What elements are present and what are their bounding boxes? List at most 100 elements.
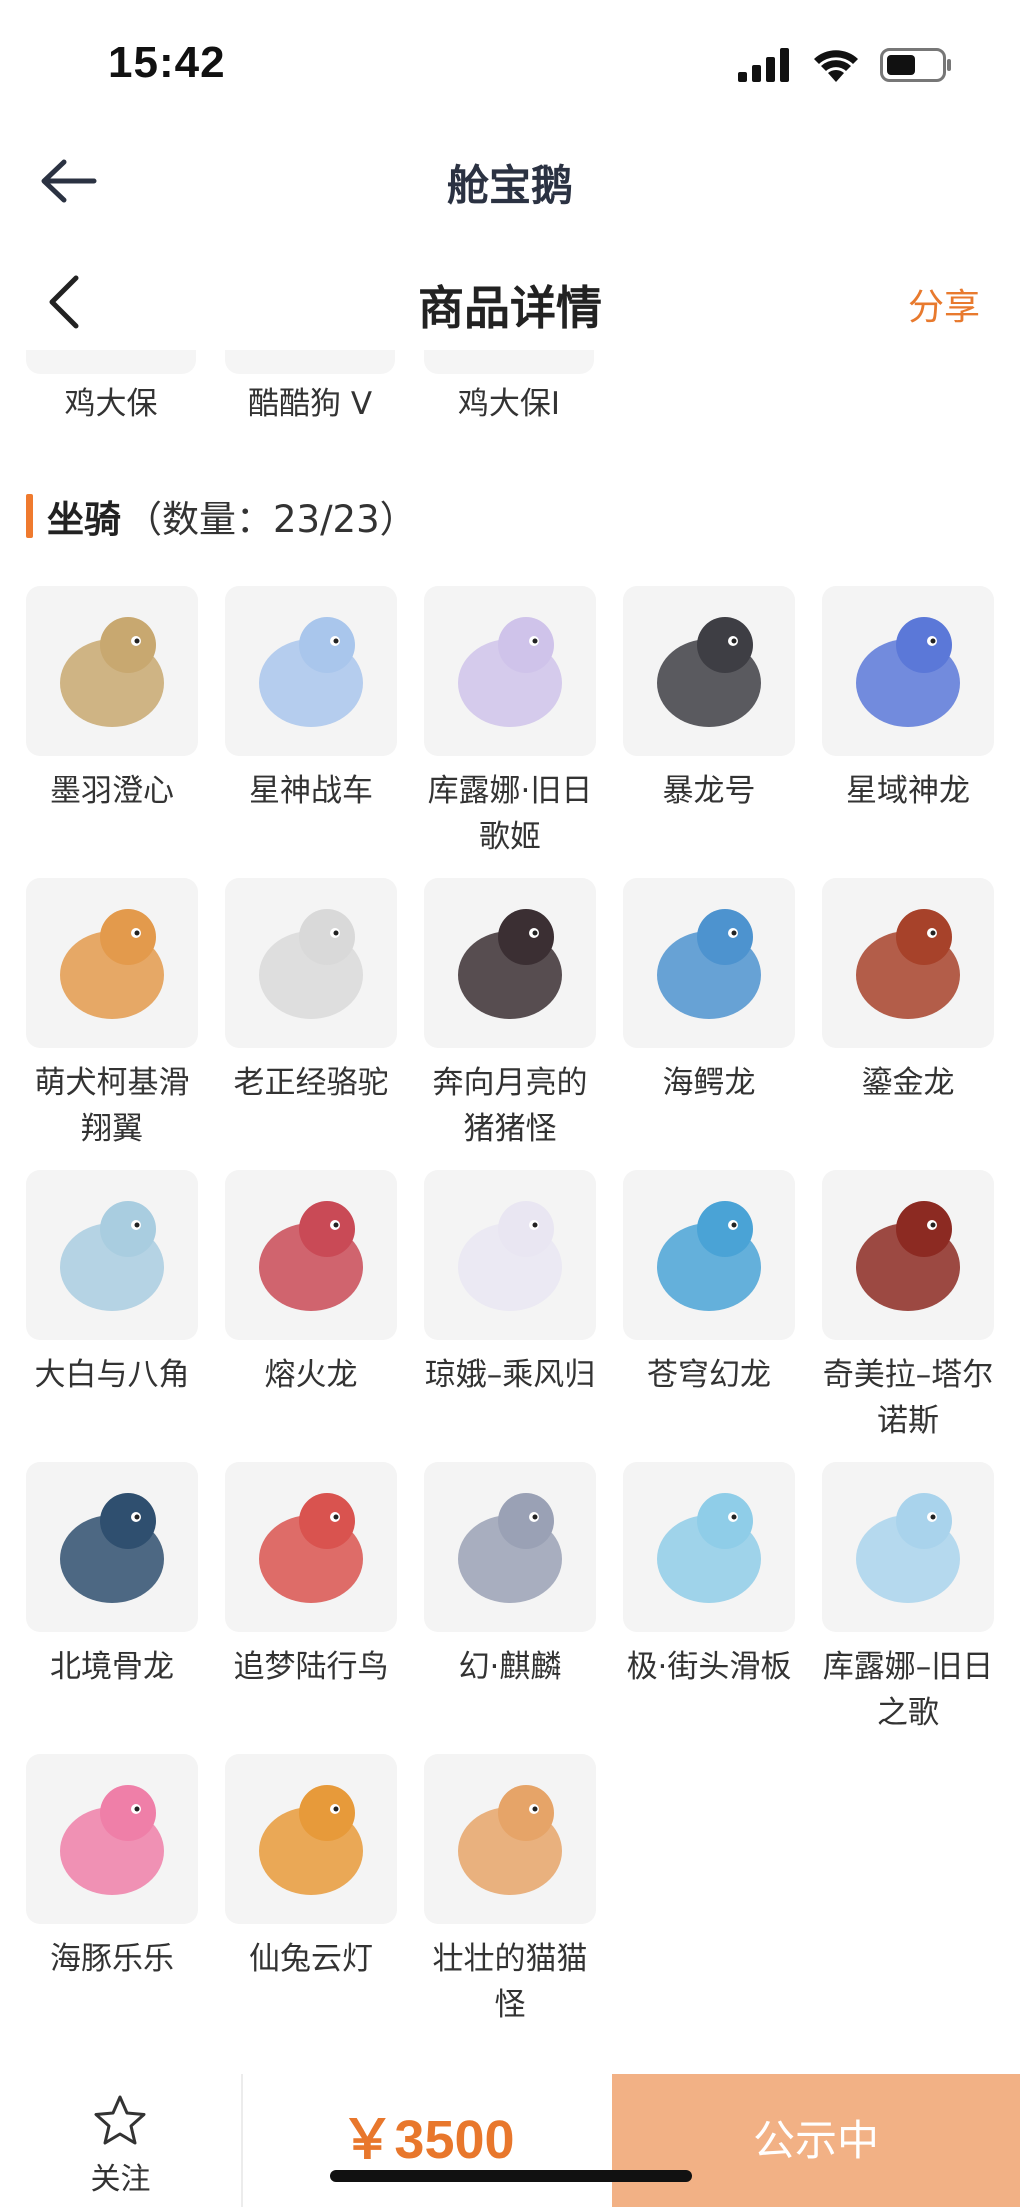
section-count: （数量：23/23） [125, 498, 417, 541]
prev-item-label[interactable]: 鸡大保 [26, 378, 196, 423]
mount-item[interactable]: 大白与八角 [26, 1170, 198, 1398]
mount-image [856, 1493, 960, 1603]
mount-label: 追梦陆行鸟 [233, 1649, 389, 1685]
share-button[interactable]: 分享 [908, 278, 980, 330]
star-icon [94, 2095, 146, 2145]
mount-item[interactable]: 老正经骆驼 [225, 878, 397, 1106]
mount-thumbnail [623, 586, 795, 756]
app-header: 舱宝鹅 [0, 130, 1020, 232]
prev-card-edge [26, 350, 196, 374]
mount-image [856, 909, 960, 1019]
page-header: 商品详情 分享 [0, 250, 1020, 360]
mount-image [259, 1785, 363, 1895]
mount-image [259, 617, 363, 727]
mount-label: 仙兔云灯 [249, 1941, 373, 1977]
mount-thumbnail [26, 1462, 198, 1632]
prev-item-label[interactable]: 酷酷狗 V [225, 378, 395, 423]
mount-item[interactable]: 鎏金龙 [822, 878, 994, 1106]
mount-image [458, 1785, 562, 1895]
mount-label: 壮壮的猫猫怪 [432, 1941, 588, 2023]
mount-item[interactable]: 极·街头滑板 [623, 1462, 795, 1690]
mount-item[interactable]: 库露娜·旧日歌姬 [424, 586, 596, 860]
mount-label: 库露娜·旧日歌姬 [427, 773, 593, 855]
mount-thumbnail [623, 1170, 795, 1340]
mount-item[interactable]: 萌犬柯基滑翔翼 [26, 878, 198, 1152]
mount-thumbnail [424, 1754, 596, 1924]
mount-item[interactable]: 奇美拉–塔尔诺斯 [822, 1170, 994, 1444]
mount-item[interactable]: 壮壮的猫猫怪 [424, 1754, 596, 2028]
mount-item[interactable]: 奔向月亮的猪猪怪 [424, 878, 596, 1152]
mount-label: 星神战车 [249, 773, 373, 809]
mount-label: 海鳄龙 [662, 1065, 756, 1101]
prev-card-edge [225, 350, 395, 374]
mount-thumbnail [225, 1462, 397, 1632]
mount-thumbnail [822, 1170, 994, 1340]
mount-image [60, 909, 164, 1019]
mount-image [60, 1493, 164, 1603]
mount-thumbnail [225, 878, 397, 1048]
mount-thumbnail [26, 1170, 198, 1340]
status-button[interactable]: 公示中 [612, 2074, 1020, 2207]
mount-label: 星域神龙 [846, 773, 970, 809]
mount-label: 鎏金龙 [861, 1065, 955, 1101]
prev-item-label[interactable]: 鸡大保I [424, 378, 594, 423]
mount-item[interactable]: 苍穹幻龙 [623, 1170, 795, 1398]
section-accent-bar [26, 494, 33, 538]
mount-image [856, 617, 960, 727]
app-title: 舱宝鹅 [446, 161, 573, 210]
mount-item[interactable]: 星神战车 [225, 586, 397, 814]
mount-thumbnail [225, 1754, 397, 1924]
home-indicator [330, 2170, 692, 2182]
mount-label: 暴龙号 [662, 773, 756, 809]
mount-thumbnail [225, 1170, 397, 1340]
status-bar: 15:42 [0, 0, 1020, 130]
mount-thumbnail [424, 586, 596, 756]
mount-item[interactable]: 星域神龙 [822, 586, 994, 814]
battery-icon [880, 48, 951, 82]
mount-label: 奇美拉–塔尔诺斯 [822, 1357, 994, 1439]
mount-thumbnail [623, 1462, 795, 1632]
status-time: 15:42 [108, 38, 226, 87]
mount-item[interactable]: 海鳄龙 [623, 878, 795, 1106]
mount-item[interactable]: 库露娜–旧日之歌 [822, 1462, 994, 1736]
mount-thumbnail [424, 1462, 596, 1632]
price: ￥3500 [340, 2110, 515, 2170]
mount-thumbnail [225, 586, 397, 756]
mount-label: 库露娜–旧日之歌 [822, 1649, 994, 1731]
follow-button[interactable]: 关注 [0, 2074, 243, 2207]
mount-image [259, 1201, 363, 1311]
mount-thumbnail [822, 1462, 994, 1632]
mount-image [657, 909, 761, 1019]
mount-image [60, 1201, 164, 1311]
mount-image [458, 617, 562, 727]
mount-item[interactable]: 仙兔云灯 [225, 1754, 397, 1982]
mount-image [259, 1493, 363, 1603]
mount-thumbnail [822, 586, 994, 756]
mount-item[interactable]: 琼娥–乘风归 [424, 1170, 596, 1398]
mount-label: 苍穹幻龙 [647, 1357, 771, 1393]
mount-thumbnail [822, 878, 994, 1048]
mount-image [458, 1493, 562, 1603]
mount-image [657, 1201, 761, 1311]
mount-image [60, 1785, 164, 1895]
mount-label: 海豚乐乐 [50, 1941, 174, 1977]
mount-item[interactable]: 幻·麒麟 [424, 1462, 596, 1690]
follow-label: 关注 [90, 2162, 151, 2197]
mount-label: 墨羽澄心 [50, 773, 174, 809]
bottom-action-bar: 关注 ￥3500 公示中 [0, 2074, 1020, 2207]
mount-image [60, 617, 164, 727]
mount-item[interactable]: 追梦陆行鸟 [225, 1462, 397, 1690]
signal-icon [738, 48, 789, 82]
mount-label: 奔向月亮的猪猪怪 [432, 1065, 588, 1147]
mount-thumbnail [26, 1754, 198, 1924]
mount-image [458, 909, 562, 1019]
mount-item[interactable]: 北境骨龙 [26, 1462, 198, 1690]
mount-item[interactable]: 熔火龙 [225, 1170, 397, 1398]
mount-item[interactable]: 墨羽澄心 [26, 586, 198, 814]
mount-label: 老正经骆驼 [233, 1065, 389, 1101]
page-title: 商品详情 [418, 281, 602, 335]
mount-item[interactable]: 暴龙号 [623, 586, 795, 814]
section-header: 坐骑 （数量：23/23） [26, 492, 417, 541]
mount-label: 萌犬柯基滑翔翼 [34, 1065, 190, 1147]
mount-item[interactable]: 海豚乐乐 [26, 1754, 198, 1982]
